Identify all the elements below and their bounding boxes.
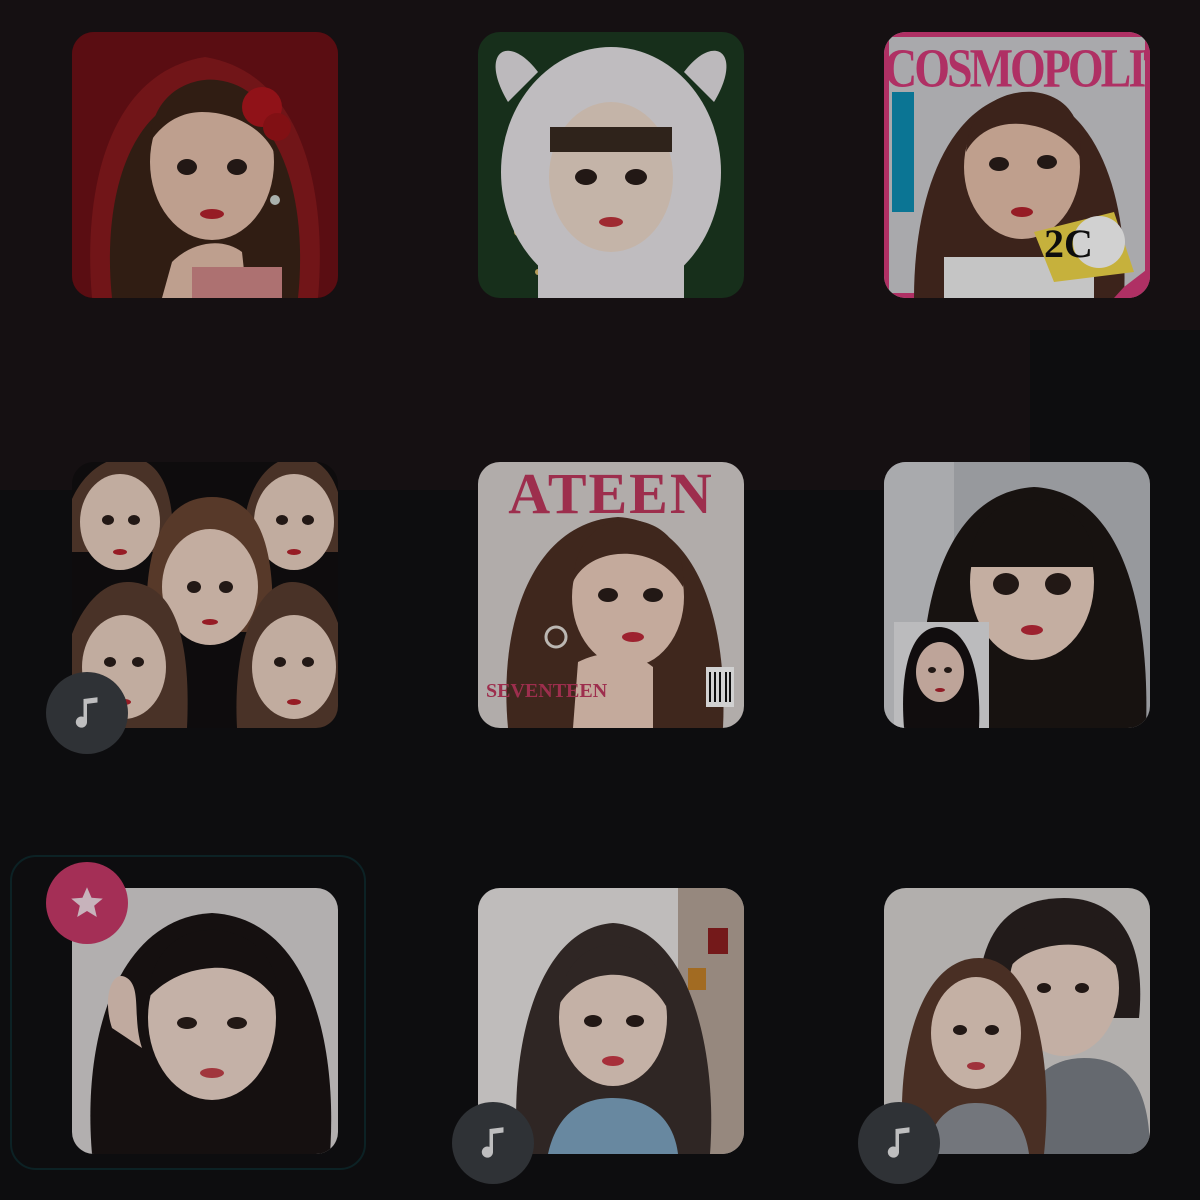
avatar-dark-hair-selfie-image <box>884 462 1150 728</box>
cosmopolitan-cover-tag: 2C <box>1044 221 1093 266</box>
avatar-tile-dark-hair-selfie[interactable] <box>884 462 1150 728</box>
avatar-grid: COSMOPOLITAN 2C <box>0 0 1200 1200</box>
avatar-tile-red-hood[interactable] <box>72 32 338 298</box>
avatar-tile-cosmopolitan[interactable]: COSMOPOLITAN 2C <box>884 32 1150 298</box>
favorite-badge-realistic-portrait[interactable] <box>46 862 128 944</box>
cosmopolitan-cover-title: COSMOPOLITAN <box>884 37 1150 99</box>
music-note-icon <box>481 1127 504 1158</box>
avatar-gallery-screen: COSMOPOLITAN 2C <box>0 0 1200 1200</box>
music-note-icon <box>887 1127 910 1158</box>
magazine-teen-cover-title: ATEEN <box>508 462 714 526</box>
avatar-tile-magazine-teen[interactable]: ATEEN SEVENTEEN <box>478 462 744 728</box>
star-icon <box>71 887 103 917</box>
music-badge-group-collage[interactable] <box>46 672 128 754</box>
avatar-red-hood-image <box>72 32 338 298</box>
music-badge-sketch-portrait[interactable] <box>452 1102 534 1184</box>
magazine-teen-cover-footer: SEVENTEEN <box>486 680 608 702</box>
avatar-bunny-hood-image <box>478 32 744 298</box>
avatar-tile-bunny-hood[interactable] <box>478 32 744 298</box>
music-badge-couple[interactable] <box>858 1102 940 1184</box>
music-note-icon <box>75 697 98 728</box>
